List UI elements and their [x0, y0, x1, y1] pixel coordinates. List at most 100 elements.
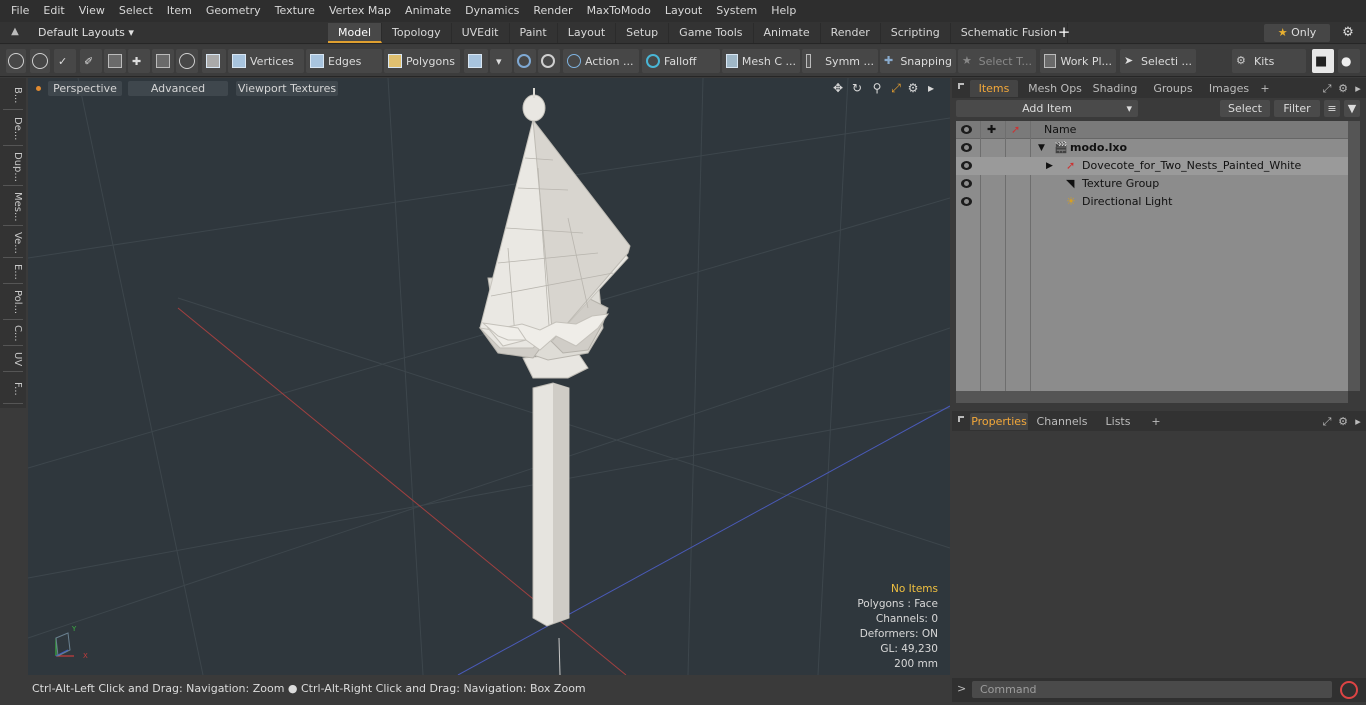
- layout-selector[interactable]: Default Layouts ▾: [38, 25, 134, 41]
- menu-layout[interactable]: Layout: [658, 0, 709, 22]
- left-tab-polygon[interactable]: Pol...: [3, 286, 23, 320]
- menu-dynamics[interactable]: Dynamics: [458, 0, 526, 22]
- tab-groups[interactable]: Groups: [1146, 80, 1200, 97]
- dovecote-model[interactable]: [478, 88, 631, 627]
- viewport-scene[interactable]: Y X: [28, 78, 950, 675]
- selection-button[interactable]: ➤ Selecti ...: [1120, 49, 1196, 73]
- tab-shading[interactable]: Shading: [1090, 80, 1140, 97]
- add-panel-tab-icon[interactable]: +: [1150, 413, 1162, 430]
- tab-schematic-fusion[interactable]: Schematic Fusion: [951, 23, 1069, 43]
- work-plane-button[interactable]: Work Pl...: [1040, 49, 1116, 73]
- list-item-light[interactable]: ☀ Directional Light: [956, 193, 1348, 211]
- timer-button[interactable]: [176, 49, 198, 73]
- panel-gear-icon[interactable]: ⚙: [1336, 413, 1350, 430]
- menu-file[interactable]: File: [4, 0, 36, 22]
- move-view-icon[interactable]: ✥: [831, 81, 845, 95]
- tab-scripting[interactable]: Scripting: [881, 23, 951, 43]
- expand-panel-icon[interactable]: ⤢: [1320, 413, 1334, 430]
- mesh-constraint-button[interactable]: Mesh C ...: [722, 49, 800, 73]
- name-column-header[interactable]: Name: [1044, 123, 1076, 136]
- add-tab-icon[interactable]: +: [1056, 24, 1072, 40]
- material-button[interactable]: [464, 49, 488, 73]
- tab-channels[interactable]: Channels: [1034, 413, 1090, 430]
- falloff-button[interactable]: Falloff: [642, 49, 720, 73]
- layout-up-icon[interactable]: ▲: [8, 26, 22, 40]
- add-panel-tab-icon[interactable]: +: [1258, 80, 1272, 97]
- tab-properties[interactable]: Properties: [970, 413, 1028, 430]
- collapse-icon[interactable]: ≡: [1324, 100, 1340, 117]
- polygons-button[interactable]: Polygons: [384, 49, 460, 73]
- command-input[interactable]: Command: [972, 681, 1332, 698]
- list-item-scene[interactable]: ▼ 🎬 modo.lxo: [956, 139, 1348, 157]
- align-button[interactable]: [104, 49, 126, 73]
- pen-button[interactable]: ✓: [54, 49, 76, 73]
- record-stop-icon[interactable]: [1340, 681, 1358, 699]
- left-tab-curve[interactable]: C...: [3, 322, 23, 346]
- rotate-view-icon[interactable]: ↻: [850, 81, 864, 95]
- funnel-icon[interactable]: ▼: [1344, 100, 1360, 117]
- material-dropdown[interactable]: ▾: [490, 49, 512, 73]
- frame-button[interactable]: [152, 49, 174, 73]
- viewport-textures-button[interactable]: Viewport Textures: [236, 81, 338, 96]
- symmetry-button[interactable]: Symm ...: [802, 49, 878, 73]
- left-tab-fusion[interactable]: F...: [3, 374, 23, 404]
- items-horizontal-scrollbar[interactable]: [956, 391, 1348, 403]
- tab-model[interactable]: Model: [328, 23, 383, 43]
- select-mode-button[interactable]: [6, 49, 26, 73]
- panel-menu-icon[interactable]: ▸: [1352, 80, 1364, 97]
- menu-view[interactable]: View: [72, 0, 112, 22]
- viewport-menu-icon[interactable]: ▸: [924, 81, 938, 95]
- tab-items[interactable]: Items: [970, 80, 1018, 97]
- visibility-eye-icon[interactable]: [961, 161, 972, 170]
- action-center-button[interactable]: Action ...: [563, 49, 639, 73]
- left-tab-vertex[interactable]: Ve...: [3, 228, 23, 258]
- advanced-button[interactable]: Advanced: [128, 81, 228, 96]
- tab-lists[interactable]: Lists: [1096, 413, 1140, 430]
- add-item-button[interactable]: Add Item ▾: [956, 100, 1138, 117]
- menu-help[interactable]: Help: [764, 0, 803, 22]
- tab-animate[interactable]: Animate: [754, 23, 821, 43]
- 3d-viewport[interactable]: Y X Perspective Advanced Viewport Textur…: [28, 78, 950, 675]
- visibility-eye-icon[interactable]: [961, 179, 972, 188]
- left-tab-edge[interactable]: E...: [3, 260, 23, 284]
- unreal-button[interactable]: ●: [1338, 49, 1360, 73]
- shield-button[interactable]: [514, 49, 536, 73]
- menu-geometry[interactable]: Geometry: [199, 0, 268, 22]
- tab-render[interactable]: Render: [821, 23, 881, 43]
- modo-cube-button[interactable]: ■: [1312, 49, 1334, 73]
- menu-item[interactable]: Item: [160, 0, 199, 22]
- panel-gear-icon[interactable]: ⚙: [1336, 80, 1350, 97]
- left-tab-deform[interactable]: De...: [3, 112, 23, 146]
- tab-paint[interactable]: Paint: [510, 23, 558, 43]
- perspective-button[interactable]: Perspective: [48, 81, 122, 96]
- edges-button[interactable]: Edges: [306, 49, 382, 73]
- panel-menu-icon[interactable]: ▸: [1352, 413, 1364, 430]
- menu-animate[interactable]: Animate: [398, 0, 458, 22]
- collapse-arrow-icon[interactable]: ▼: [1038, 139, 1045, 157]
- expand-arrow-icon[interactable]: ▶: [1046, 157, 1053, 175]
- list-item-mesh[interactable]: ▶ ➚ Dovecote_for_Two_Nests_Painted_White: [956, 157, 1348, 175]
- menu-system[interactable]: System: [709, 0, 764, 22]
- maximize-view-icon[interactable]: ⤢: [889, 81, 903, 95]
- center-button[interactable]: ✚: [128, 49, 150, 73]
- gear-icon[interactable]: ⚙: [1340, 25, 1356, 41]
- tab-setup[interactable]: Setup: [616, 23, 670, 43]
- left-tab-basic[interactable]: B...: [3, 82, 23, 110]
- snapping-button[interactable]: ✚ Snapping: [880, 49, 956, 73]
- select-through-button[interactable]: ★ Select T...: [958, 49, 1036, 73]
- shield2-button[interactable]: [538, 49, 560, 73]
- left-tab-mesh[interactable]: Mes...: [3, 188, 23, 226]
- tab-topology[interactable]: Topology: [382, 23, 452, 43]
- menu-maxtomodo[interactable]: MaxToModo: [580, 0, 658, 22]
- visibility-eye-icon[interactable]: [961, 197, 972, 206]
- zoom-view-icon[interactable]: ⚲: [870, 81, 884, 95]
- vertices-button[interactable]: Vertices: [228, 49, 304, 73]
- items-vertical-scrollbar[interactable]: [1348, 121, 1360, 391]
- list-item-texture-group[interactable]: ◥ Texture Group: [956, 175, 1348, 193]
- menu-texture[interactable]: Texture: [268, 0, 322, 22]
- tab-game-tools[interactable]: Game Tools: [669, 23, 754, 43]
- viewport-settings-icon[interactable]: ⚙: [906, 81, 920, 95]
- brush-button[interactable]: ✐: [80, 49, 102, 73]
- only-button[interactable]: ★ Only: [1264, 24, 1330, 42]
- left-tab-uv[interactable]: UV: [3, 348, 23, 372]
